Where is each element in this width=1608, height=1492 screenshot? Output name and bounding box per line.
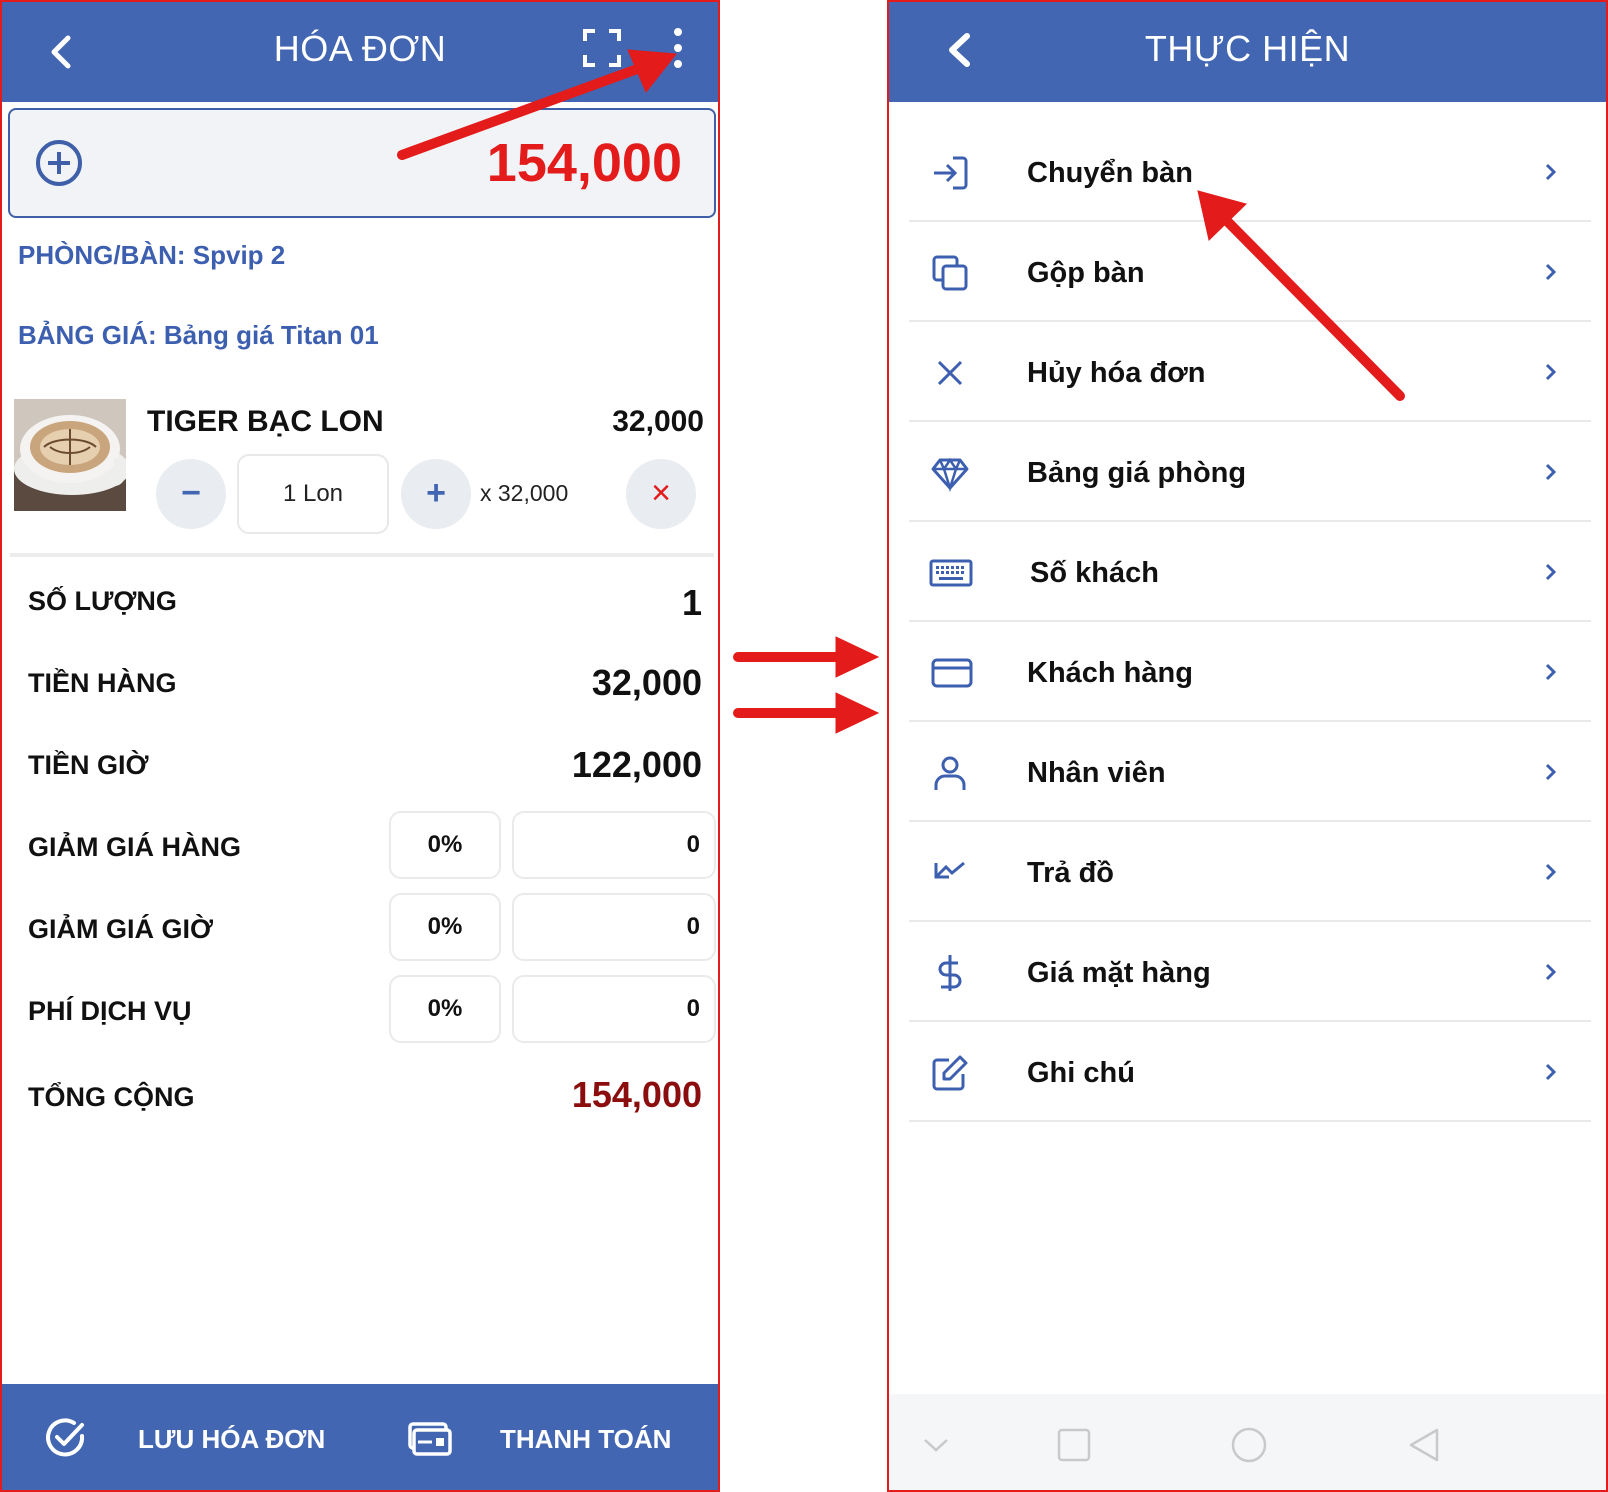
chevron-right-icon — [1545, 163, 1557, 181]
actions-screen: THỰC HIỆN Chuyển bàn Gộp bàn Hủy hóa đơn — [887, 0, 1608, 1492]
check-circle-icon[interactable] — [44, 1416, 88, 1460]
more-vertical-icon[interactable] — [666, 24, 690, 72]
unit-multiplier: x 32,000 — [480, 480, 569, 506]
hours-discount-percent-input[interactable]: 0% — [389, 893, 501, 961]
menu-item-label: Giá mặt hàng — [1027, 957, 1211, 989]
goods-discount-percent-input[interactable]: 0% — [389, 811, 501, 879]
menu-item-huy-hoa-don[interactable]: Hủy hóa đơn — [909, 322, 1591, 422]
goods-total-value: 32,000 — [591, 662, 702, 703]
menu-item-tra-do[interactable]: Trả đồ — [909, 822, 1591, 922]
menu-item-label: Bảng giá phòng — [1027, 457, 1247, 489]
checkout-button[interactable]: THANH TOÁN — [500, 1424, 671, 1455]
recent-apps-icon[interactable] — [1055, 1426, 1093, 1464]
chevron-right-icon — [1545, 963, 1557, 981]
system-nav-bar — [889, 1394, 1606, 1490]
menu-item-gop-ban[interactable]: Gộp bàn — [909, 222, 1591, 322]
keyboard-icon — [929, 559, 973, 587]
divider — [10, 553, 714, 557]
move-in-icon — [934, 156, 968, 190]
hours-total-label: TIỀN GIỜ — [28, 750, 149, 780]
quantity-value: 1 — [681, 582, 702, 623]
hours-discount-label: GIẢM GIÁ GIỜ — [28, 914, 214, 944]
total-display: 154,000 — [8, 108, 716, 218]
menu-item-label: Gộp bàn — [1027, 257, 1145, 289]
service-fee-label: PHÍ DỊCH VỤ — [28, 996, 192, 1026]
menu-item-label: Khách hàng — [1027, 657, 1193, 689]
menu-item-label: Nhân viên — [1027, 757, 1166, 789]
diamond-icon — [931, 457, 969, 492]
chevron-right-icon — [1545, 563, 1557, 581]
menu-item-label: Hủy hóa đơn — [1027, 357, 1206, 389]
fullscreen-icon[interactable] — [582, 28, 622, 68]
menu-item-so-khach[interactable]: Số khách — [909, 522, 1591, 622]
price-table-info: BẢNG GIÁ: Bảng giá Titan 01 — [18, 320, 379, 350]
remove-item-button[interactable]: × — [626, 459, 696, 529]
chevron-down-icon[interactable] — [917, 1426, 955, 1464]
product-name: TIGER BẠC LON — [147, 405, 384, 438]
menu-item-gia-mat-hang[interactable]: Giá mặt hàng — [909, 922, 1591, 1022]
goods-total-label: TIỀN HÀNG — [28, 668, 177, 698]
arrow-right-upper — [733, 636, 880, 678]
chevron-right-icon — [1545, 463, 1557, 481]
menu-item-label: Trả đồ — [1027, 857, 1115, 889]
product-image — [14, 399, 126, 511]
menu-item-chuyen-ban[interactable]: Chuyển bàn — [909, 122, 1591, 222]
menu-item-khach-hang[interactable]: Khách hàng — [909, 622, 1591, 722]
grand-total-label: TỔNG CỘNG — [28, 1082, 195, 1112]
payment-card-icon[interactable] — [406, 1416, 452, 1460]
grand-total-value: 154,000 — [571, 1074, 702, 1115]
goods-discount-amount-input[interactable]: 0 — [512, 811, 716, 879]
room-table-info: PHÒNG/BÀN: Spvip 2 — [18, 240, 286, 270]
hours-discount-amount-input[interactable]: 0 — [512, 893, 716, 961]
quantity-input[interactable]: 1 Lon — [237, 454, 389, 534]
service-fee-amount-input[interactable]: 0 — [512, 975, 716, 1043]
add-circle-icon[interactable] — [34, 138, 84, 188]
dollar-icon — [938, 955, 962, 991]
invoice-appbar: HÓA ĐƠN — [2, 2, 718, 102]
actions-appbar: THỰC HIỆN — [889, 2, 1606, 102]
decrease-qty-button[interactable]: − — [156, 459, 226, 529]
page-title: THỰC HIỆN — [1144, 28, 1351, 69]
home-icon[interactable] — [1230, 1426, 1268, 1464]
invoice-action-bar: LƯU HÓA ĐƠN THANH TOÁN — [2, 1384, 718, 1490]
hours-total-value: 122,000 — [571, 744, 702, 785]
increase-qty-button[interactable]: + — [401, 459, 471, 529]
menu-item-label: Chuyển bàn — [1027, 157, 1193, 189]
service-fee-percent-input[interactable]: 0% — [389, 975, 501, 1043]
quantity-label: SỐ LƯỢNG — [28, 586, 177, 616]
menu-item-ghi-chu[interactable]: Ghi chú — [909, 1022, 1591, 1122]
return-arrow-icon — [934, 861, 965, 879]
arrow-right-lower — [733, 692, 880, 734]
menu-item-label: Ghi chú — [1027, 1057, 1135, 1089]
chevron-right-icon — [1545, 863, 1557, 881]
invoice-screen: HÓA ĐƠN 154,000 PHÒNG/BÀN: Spvip 2 BẢNG … — [0, 0, 720, 1492]
chevron-right-icon — [1545, 1063, 1557, 1081]
edit-icon — [932, 1055, 968, 1091]
card-icon — [931, 658, 973, 688]
chevron-right-icon — [1545, 663, 1557, 681]
user-icon — [934, 756, 966, 790]
chevron-right-icon — [1545, 363, 1557, 381]
chevron-right-icon — [1545, 763, 1557, 781]
save-invoice-button[interactable]: LƯU HÓA ĐƠN — [138, 1424, 325, 1455]
back-triangle-icon[interactable] — [1405, 1426, 1443, 1464]
copy-icon — [932, 255, 968, 291]
close-icon — [937, 360, 963, 386]
menu-item-label: Số khách — [1030, 557, 1159, 589]
menu-item-nhan-vien[interactable]: Nhân viên — [909, 722, 1591, 822]
chevron-right-icon — [1545, 263, 1557, 281]
menu-item-bang-gia-phong[interactable]: Bảng giá phòng — [909, 422, 1591, 522]
product-price: 32,000 — [612, 405, 704, 438]
total-amount: 154,000 — [486, 133, 682, 193]
goods-discount-label: GIẢM GIÁ HÀNG — [28, 832, 241, 862]
